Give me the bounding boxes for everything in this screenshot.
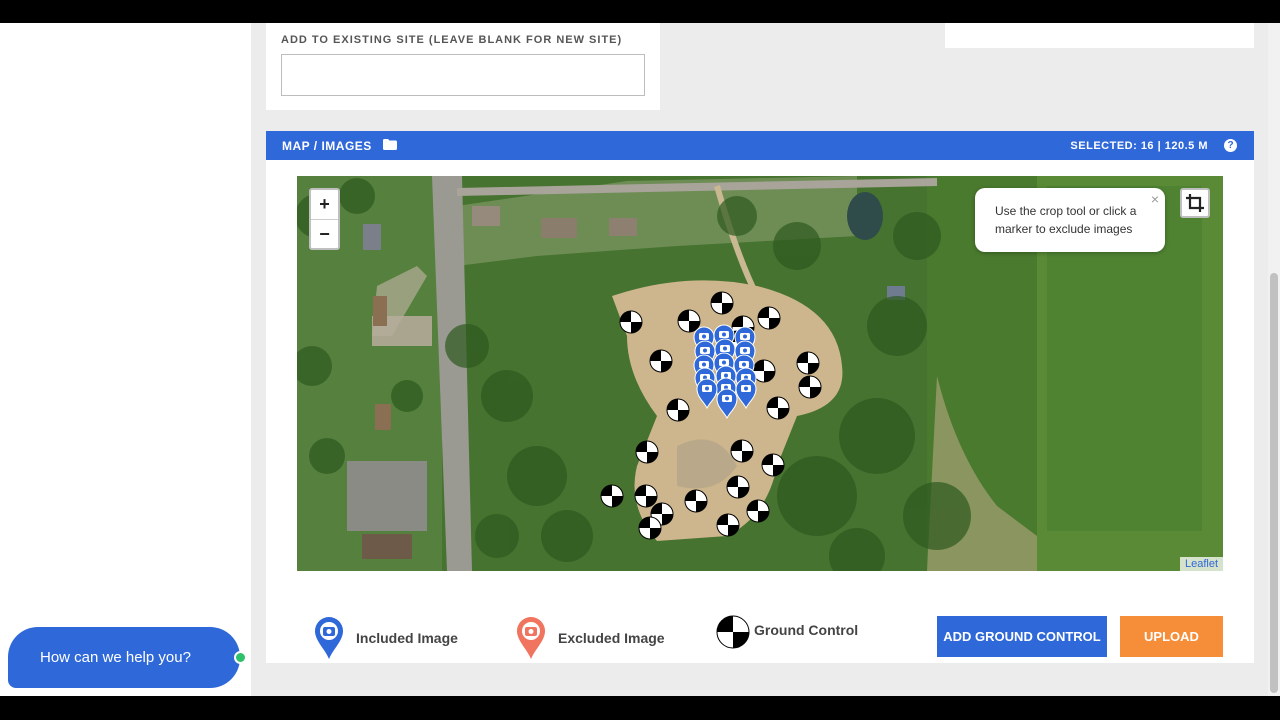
satellite-map[interactable]: + − Use the crop tool or click a marker … [297, 176, 1223, 571]
leaflet-attribution-link[interactable]: Leaflet [1179, 557, 1223, 571]
scrollbar-thumb[interactable] [1270, 273, 1278, 693]
question-circle-icon[interactable]: ? [1224, 139, 1237, 152]
legend-included-label: Included Image [356, 630, 458, 646]
zoom-in-button[interactable]: + [311, 190, 338, 219]
legend-excluded-label: Excluded Image [558, 630, 665, 646]
excluded-image-marker-icon [517, 617, 545, 659]
folder-icon [383, 139, 397, 150]
add-ground-control-button[interactable]: ADD GROUND CONTROL [937, 616, 1107, 657]
tooltip-text: Use the crop tool or click a marker to e… [995, 204, 1137, 236]
zoom-out-button[interactable]: − [311, 219, 338, 248]
info-card [945, 23, 1254, 48]
left-panel [0, 23, 251, 696]
site-card: ADD TO EXISTING SITE (LEAVE BLANK FOR NE… [266, 23, 660, 110]
crop-icon [1186, 194, 1204, 212]
legend-ground-control-label: Ground Control [754, 622, 859, 638]
selected-info: SELECTED: 16 | 120.5 M [1070, 140, 1208, 152]
page-scrollbar[interactable] [1268, 23, 1280, 696]
included-image-marker[interactable] [735, 378, 757, 409]
map-header: MAP / IMAGES SELECTED: 16 | 120.5 M ? [266, 131, 1254, 160]
included-image-marker-icon [315, 617, 343, 659]
upload-button[interactable]: UPLOAD [1120, 616, 1223, 657]
included-image-marker[interactable] [716, 388, 738, 419]
online-status-dot [234, 651, 247, 664]
zoom-control: + − [309, 188, 340, 250]
ground-control-icon [716, 615, 750, 649]
legend-included: Included Image [314, 617, 458, 659]
site-label: ADD TO EXISTING SITE (LEAVE BLANK FOR NE… [281, 34, 623, 46]
app-viewport: ADD TO EXISTING SITE (LEAVE BLANK FOR NE… [0, 23, 1280, 696]
crop-tooltip: Use the crop tool or click a marker to e… [975, 188, 1165, 252]
close-icon[interactable]: × [1151, 190, 1159, 208]
existing-site-input[interactable] [281, 54, 645, 96]
legend-excluded: Excluded Image [516, 617, 665, 659]
map-card: MAP / IMAGES SELECTED: 16 | 120.5 M ? + … [266, 131, 1254, 663]
included-image-marker[interactable] [696, 378, 718, 409]
chat-widget-button[interactable]: How can we help you? [8, 627, 240, 688]
crop-tool-button[interactable] [1180, 188, 1210, 218]
map-title: MAP / IMAGES [282, 139, 372, 153]
legend-ground-control: Ground Control [716, 615, 858, 649]
